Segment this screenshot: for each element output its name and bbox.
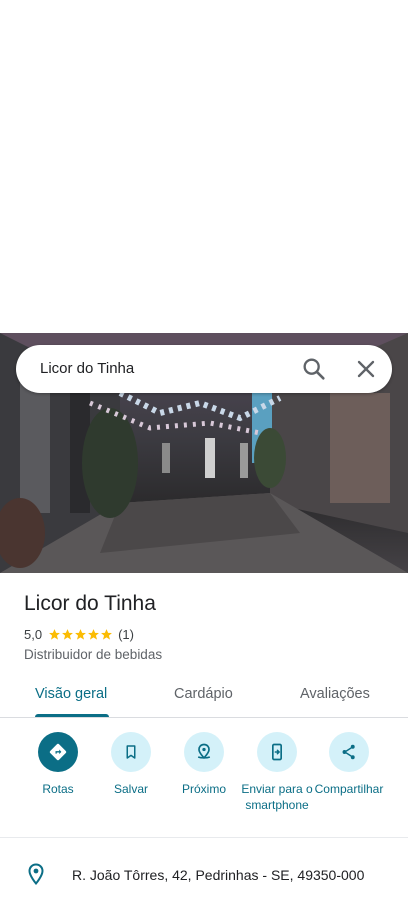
place-category: Distribuidor de bebidas: [24, 647, 163, 662]
nearby-button[interactable]: Próximo: [164, 732, 244, 797]
send-to-phone-label: Enviar para o smartphone: [241, 782, 313, 812]
star-rating: [48, 628, 113, 641]
address-text: R. João Tôrres, 42, Pedrinhas - SE, 4935…: [72, 867, 365, 883]
tab-overview[interactable]: Visão geral: [35, 686, 107, 702]
directions-button[interactable]: Rotas: [18, 732, 98, 797]
nearby-label: Próximo: [181, 782, 226, 796]
tab-bar: Visão geral Cardápio Avaliações: [0, 672, 408, 718]
share-label: Compartilhar: [314, 782, 384, 796]
share-button[interactable]: Compartilhar: [309, 732, 389, 797]
directions-icon: [38, 732, 78, 772]
close-icon[interactable]: [352, 355, 380, 383]
active-tab-indicator: [35, 714, 109, 717]
search-input[interactable]: Licor do Tinha: [40, 360, 134, 377]
place-title: Licor do Tinha: [24, 592, 156, 615]
search-icon[interactable]: [300, 355, 328, 383]
save-button[interactable]: Salvar: [91, 732, 171, 797]
save-label: Salvar: [113, 782, 148, 796]
rating-value: 5,0: [24, 626, 43, 642]
share-icon: [329, 732, 369, 772]
map-area-blank: [0, 0, 408, 333]
search-bar[interactable]: Licor do Tinha: [16, 345, 392, 393]
send-to-phone-icon: [257, 732, 297, 772]
star-icon: [75, 628, 86, 640]
star-icon: [49, 628, 60, 640]
tab-reviews[interactable]: Avaliações: [300, 686, 370, 702]
address-row[interactable]: R. João Tôrres, 42, Pedrinhas - SE, 4935…: [0, 840, 408, 906]
tab-menu[interactable]: Cardápio: [174, 686, 233, 702]
bookmark-icon: [111, 732, 151, 772]
rating-row[interactable]: 5,0 (1): [24, 626, 134, 642]
send-to-phone-button[interactable]: Enviar para o smartphone: [237, 732, 317, 813]
star-icon: [62, 628, 73, 640]
directions-label: Rotas: [42, 782, 74, 796]
review-count[interactable]: (1): [118, 627, 134, 642]
nearby-icon: [184, 732, 224, 772]
action-buttons: Rotas Salvar Próximo Enviar para o smart…: [0, 718, 408, 838]
star-icon: [88, 628, 99, 640]
location-pin-icon: [24, 862, 48, 886]
star-icon: [101, 628, 112, 640]
